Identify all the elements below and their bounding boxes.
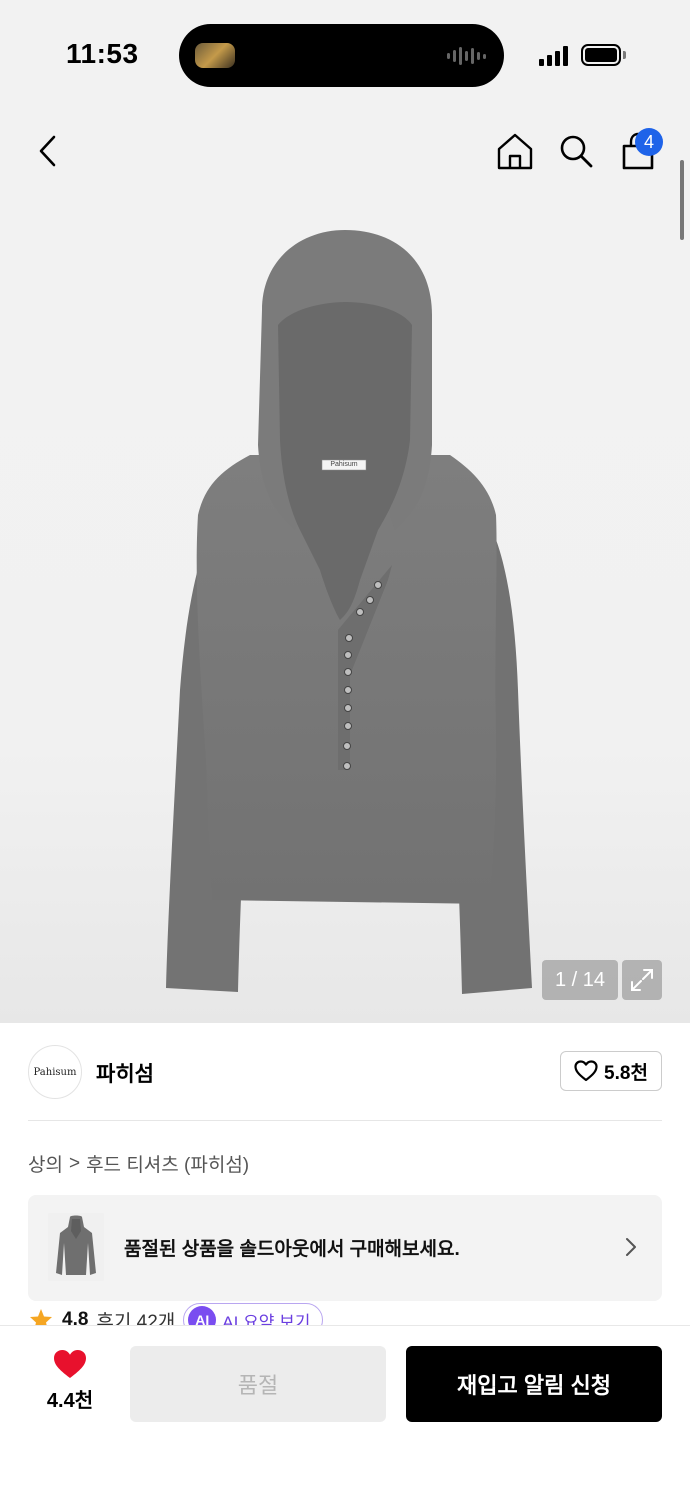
brand-logo[interactable]: Pahisum bbox=[28, 1045, 82, 1099]
product-image-gallery[interactable]: Pahisum bbox=[0, 110, 690, 1023]
battery-icon bbox=[581, 44, 621, 66]
status-time: 11:53 bbox=[66, 38, 139, 69]
back-button[interactable] bbox=[28, 130, 70, 172]
breadcrumb-category[interactable]: 상의 bbox=[28, 1150, 63, 1177]
restock-alert-button[interactable]: 재입고 알림 신청 bbox=[406, 1346, 662, 1422]
audio-wave-icon bbox=[447, 44, 486, 68]
brand-like-count: 5.8천 bbox=[604, 1062, 648, 1084]
cellular-signal-icon bbox=[539, 44, 568, 66]
heart-filled-icon bbox=[54, 1350, 86, 1378]
brand-row[interactable]: Pahisum 파히섬 5.8천 bbox=[28, 1045, 662, 1099]
wishlist-button[interactable]: 4.4천 bbox=[30, 1348, 110, 1418]
bottom-action-bar: 4.4천 품절 재입고 알림 신청 bbox=[0, 1325, 690, 1500]
brand-like-button[interactable]: 5.8천 bbox=[560, 1051, 662, 1091]
fullscreen-button[interactable] bbox=[622, 960, 662, 1000]
home-icon bbox=[497, 133, 533, 170]
dynamic-island bbox=[179, 24, 504, 87]
divider bbox=[28, 1120, 662, 1121]
product-thumbnail bbox=[48, 1213, 104, 1281]
image-counter: 1 / 14 bbox=[542, 960, 618, 1000]
search-button[interactable] bbox=[555, 130, 597, 172]
soldout-banner-text: 품절된 상품을 솔드아웃에서 구매해보세요. bbox=[124, 1239, 460, 1260]
garment-label-tag: Pahisum bbox=[330, 461, 358, 468]
chevron-right-icon bbox=[624, 1236, 638, 1263]
status-bar: 11:53 bbox=[0, 0, 690, 110]
cart-count-badge: 4 bbox=[635, 128, 663, 156]
wishlist-count: 4.4천 bbox=[46, 1390, 94, 1412]
breadcrumb-subcategory[interactable]: 후드 티셔츠 (파히섬) bbox=[86, 1150, 249, 1177]
chevron-left-icon bbox=[39, 135, 56, 167]
breadcrumb-separator: > bbox=[68, 1152, 81, 1174]
heart-outline-icon bbox=[574, 1060, 598, 1082]
brand-name[interactable]: 파히섬 bbox=[96, 1058, 154, 1088]
scroll-indicator[interactable] bbox=[680, 160, 684, 240]
expand-icon bbox=[631, 969, 653, 991]
breadcrumb: 상의 > 후드 티셔츠 (파히섬) bbox=[28, 1150, 249, 1177]
product-image bbox=[166, 230, 532, 994]
home-button[interactable] bbox=[494, 130, 536, 172]
search-icon bbox=[560, 135, 593, 168]
now-playing-artwork bbox=[195, 43, 235, 68]
soldout-market-banner[interactable]: 품절된 상품을 솔드아웃에서 구매해보세요. bbox=[28, 1195, 662, 1301]
soldout-button: 품절 bbox=[130, 1346, 386, 1422]
